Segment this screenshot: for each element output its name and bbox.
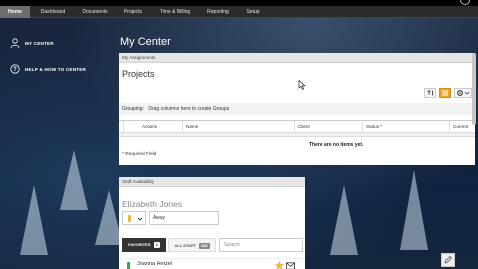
status-indicator bbox=[127, 262, 130, 269]
nav-reporting[interactable]: Reporting bbox=[203, 6, 233, 18]
staff-name: Elizabeth Jones bbox=[122, 199, 183, 209]
nav-home[interactable]: Home bbox=[0, 6, 30, 18]
status-field[interactable]: Away bbox=[149, 211, 219, 225]
snow-tree bbox=[20, 185, 48, 255]
main-nav: Home Dashboard Documents Projects Time &… bbox=[0, 6, 478, 18]
user-icon bbox=[10, 38, 20, 48]
sidebar-item-label: HELP & HOW TO CENTER bbox=[25, 66, 86, 72]
tab-label: ALL STAFF bbox=[174, 243, 196, 248]
star-icon[interactable] bbox=[275, 261, 284, 269]
status-indicator bbox=[128, 215, 131, 222]
staff-search-input[interactable]: Search bbox=[219, 238, 303, 252]
gear-icon bbox=[456, 89, 470, 97]
help-icon: ? bbox=[10, 64, 20, 74]
nav-projects[interactable]: Projects bbox=[120, 6, 146, 18]
nav-setup[interactable]: Setup bbox=[242, 6, 264, 18]
nav-documents[interactable]: Documents bbox=[78, 6, 112, 18]
edit-layout-button[interactable] bbox=[441, 253, 455, 267]
filter-button[interactable] bbox=[424, 88, 436, 98]
staff-availability-panel: Staff Availability Elizabeth Jones Away … bbox=[119, 177, 305, 269]
projects-title: Projects bbox=[122, 69, 155, 79]
vertical-scrollbar[interactable] bbox=[472, 53, 476, 125]
snow-tree bbox=[400, 170, 428, 250]
grouping-hint: Drag columns here to create Groups bbox=[148, 106, 230, 112]
person-name: Joanna Hetzel bbox=[137, 261, 173, 267]
sidebar-item-label: MY CENTER bbox=[25, 40, 54, 46]
grouping-label: Grouping: bbox=[122, 106, 144, 112]
tab-favorites[interactable]: FAVORITES 1 bbox=[122, 238, 166, 252]
required-note: * Required Field bbox=[122, 152, 157, 157]
snow-tree bbox=[330, 185, 358, 255]
mail-icon[interactable] bbox=[286, 262, 295, 269]
status-color-picker[interactable] bbox=[122, 211, 146, 225]
user-avatar-icon[interactable] bbox=[460, 0, 470, 5]
nav-dashboard[interactable]: Dashboard bbox=[36, 6, 70, 18]
panel-header: My Assignments bbox=[119, 53, 475, 63]
list-item[interactable]: Joanna Hetzel bbox=[119, 258, 304, 269]
mouse-cursor-icon bbox=[298, 80, 306, 90]
tab-all-staff[interactable]: ALL STAFF 288 bbox=[168, 238, 216, 252]
sidebar-item-my-center[interactable]: MY CENTER bbox=[10, 38, 54, 48]
nav-time-billing[interactable]: Time & Billing bbox=[155, 6, 195, 18]
svg-text:?: ? bbox=[13, 67, 17, 73]
snow-tree bbox=[60, 150, 88, 210]
grid-icon bbox=[442, 90, 448, 96]
grid-view-button[interactable] bbox=[439, 88, 451, 98]
chevron-down-icon bbox=[137, 217, 143, 221]
pencil-icon bbox=[444, 255, 453, 264]
filter-icon bbox=[427, 90, 433, 96]
tab-label: FAVORITES bbox=[128, 242, 151, 247]
assignments-panel: My Assignments Projects Grouping: Drag c… bbox=[119, 53, 475, 165]
count-badge: 288 bbox=[198, 243, 210, 249]
page-title: My Center bbox=[120, 36, 171, 48]
count-badge: 1 bbox=[153, 242, 160, 248]
panel-header: Staff Availability bbox=[119, 177, 305, 187]
grid-header: Actions Name Client Status * Current bbox=[119, 120, 475, 133]
grouping-bar: Grouping: Drag columns here to create Gr… bbox=[119, 103, 475, 115]
sidebar-item-help[interactable]: ? HELP & HOW TO CENTER bbox=[10, 64, 86, 74]
empty-message: There are no items yet. bbox=[309, 142, 364, 148]
settings-button[interactable] bbox=[454, 88, 472, 98]
horizontal-scrollbar[interactable] bbox=[119, 132, 475, 137]
